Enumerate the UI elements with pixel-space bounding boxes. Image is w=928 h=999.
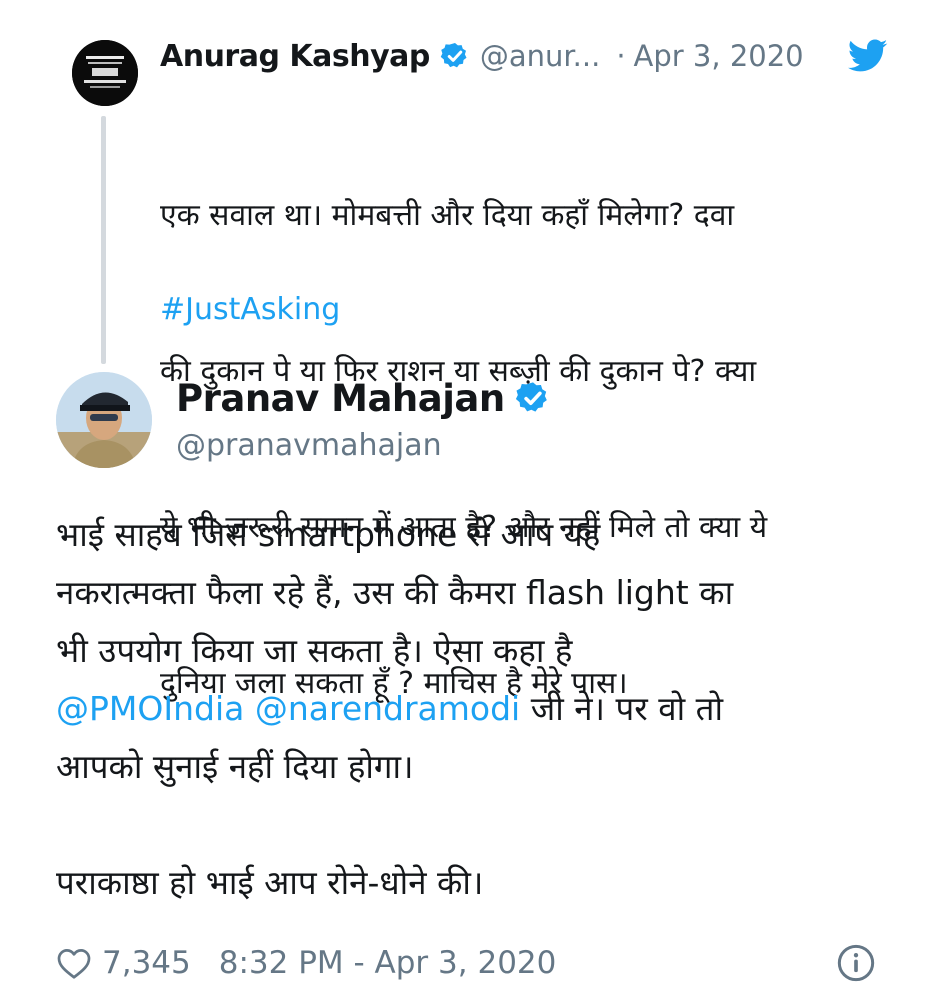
separator-dot: · [616, 39, 626, 73]
mention-link-narendramodi[interactable]: @narendramodi [255, 689, 520, 728]
quoted-author-name[interactable]: Anurag Kashyap [160, 39, 430, 74]
info-icon[interactable] [836, 943, 876, 983]
tweet-text-line-mentions: @PMOIndia @narendramodi जी ने। पर वो तो [56, 680, 876, 738]
thread-connector-line [101, 116, 106, 364]
quoted-author-avatar[interactable] [72, 40, 138, 106]
heart-icon[interactable] [56, 946, 92, 980]
like-count: 7,345 [102, 945, 191, 981]
verified-badge-icon [515, 382, 547, 412]
avatar-image [56, 372, 152, 468]
tweet-text-fragment: जी ने। पर वो तो [520, 689, 724, 728]
quoted-tweet-header: Anurag Kashyap @anur... · Apr 3, 2020 [160, 34, 888, 78]
author-name[interactable]: Pranav Mahajan [176, 377, 505, 420]
tweet-text-line: पराकाष्ठा हो भाई आप रोने-धोने की। [56, 863, 484, 902]
tweet-footer: 7,345 8:32 PM - Apr 3, 2020 [56, 938, 876, 988]
author-handle[interactable]: @pranavmahajan [176, 424, 442, 468]
tweet-timestamp[interactable]: 8:32 PM - Apr 3, 2020 [219, 945, 557, 981]
tweet-text-line: भी उपयोग किया जा सकता है। ऐसा कहा है [56, 631, 573, 670]
quoted-text-line: एक सवाल था। मोमबत्ती और दिया कहाँ मिलेगा… [160, 198, 735, 233]
tweet-text-line: भाई साहब जिस smartphone से आप यह [56, 515, 601, 554]
verified-badge-icon [440, 43, 467, 68]
mention-link-pmoindia[interactable]: @PMOIndia [56, 689, 244, 728]
tweet-text-line: नकरात्मक्ता फैला रहे हैं, उस की कैमरा fl… [56, 573, 734, 612]
tweet-text-line: आपको सुनाई नहीं दिया होगा। [56, 747, 414, 786]
twitter-bird-icon[interactable] [848, 39, 888, 73]
quoted-tweet-date[interactable]: Apr 3, 2020 [634, 39, 804, 73]
author-avatar[interactable] [56, 372, 152, 468]
hashtag-link[interactable]: #JustAsking [160, 284, 340, 336]
tweet-text-blank-line [56, 796, 876, 854]
avatar-image [72, 40, 138, 106]
quoted-author-handle[interactable]: @anur... [480, 39, 600, 73]
tweet-text: भाई साहब जिस smartphone से आप यह नकरात्म… [56, 506, 876, 912]
author-name-row: Pranav Mahajan [176, 372, 551, 424]
